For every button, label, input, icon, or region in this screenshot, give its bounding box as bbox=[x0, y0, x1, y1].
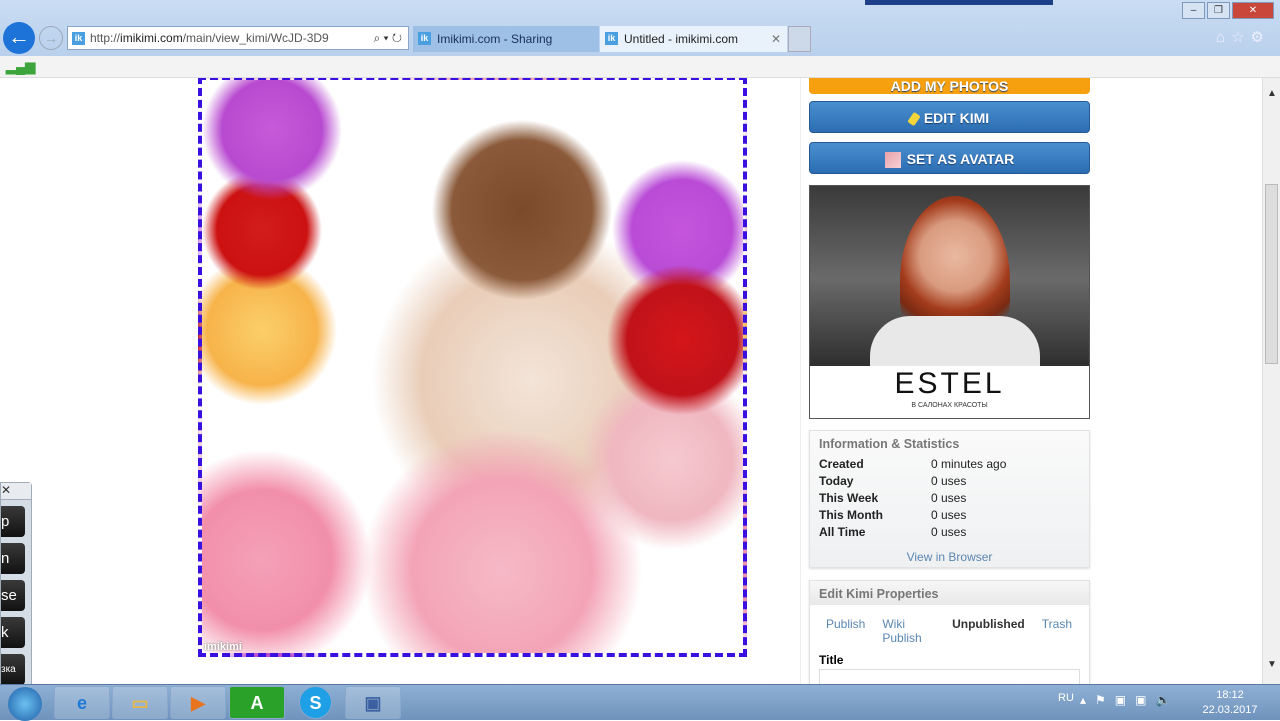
scroll-up-icon[interactable]: ▲ bbox=[1267, 88, 1277, 99]
column-divider bbox=[800, 78, 801, 684]
home-icon[interactable]: ⌂ bbox=[1216, 29, 1231, 46]
vertical-scrollbar[interactable]: ▲ ▼ bbox=[1262, 78, 1280, 684]
search-refresh-icons[interactable]: ⌕ ▾ ↻ bbox=[373, 27, 402, 49]
title-label: Title bbox=[819, 653, 844, 667]
osk-key[interactable]: зка bbox=[1, 654, 25, 685]
set-avatar-wrap: SET AS AVATAR bbox=[809, 142, 1090, 174]
window-controls: – ❐ ✕ bbox=[1182, 2, 1274, 19]
browser-titlebar: – ❐ ✕ ← → ik http://imikimi.com/main/vie… bbox=[0, 0, 1280, 72]
view-in-browser-link[interactable]: View in Browser bbox=[810, 550, 1089, 564]
ad-brand: ESTEL bbox=[894, 367, 1005, 400]
set-as-avatar-button[interactable]: SET AS AVATAR bbox=[809, 142, 1090, 174]
url-path: /main/view_kimi/WcJD-3D9 bbox=[182, 31, 329, 45]
close-window-button[interactable]: ✕ bbox=[1232, 2, 1274, 19]
avatar-thumbnail-icon bbox=[884, 152, 901, 169]
language-indicator[interactable]: RU bbox=[1058, 692, 1074, 704]
tab-favicon-icon: ik bbox=[605, 32, 618, 45]
edit-kimi-wrap: EDIT KIMI bbox=[809, 101, 1090, 133]
site-favicon-icon: ik bbox=[72, 32, 85, 45]
close-tab-icon[interactable]: ✕ bbox=[771, 26, 781, 52]
restore-button[interactable]: ❐ bbox=[1207, 2, 1230, 19]
settings-gear-icon[interactable]: ⚙ bbox=[1251, 29, 1270, 46]
window-caption-bar bbox=[865, 0, 1053, 5]
osk-key[interactable]: se bbox=[1, 580, 25, 611]
tab-trash[interactable]: Trash bbox=[1042, 617, 1072, 645]
kimi-image: imikimi bbox=[198, 78, 747, 657]
back-button[interactable]: ← bbox=[3, 22, 35, 54]
osk-key[interactable]: p bbox=[1, 506, 25, 537]
media-player-icon[interactable]: ▶ bbox=[170, 686, 226, 719]
favorites-star-icon[interactable]: ☆ bbox=[1231, 29, 1250, 46]
osk-key[interactable]: k bbox=[1, 617, 25, 648]
tab-wiki-publish[interactable]: Wiki Publish bbox=[882, 617, 935, 645]
new-tab-button[interactable] bbox=[788, 26, 811, 52]
command-bar: ▂▄▆ bbox=[0, 56, 1280, 78]
remote-desktop-icon[interactable]: ▣ bbox=[345, 686, 401, 719]
stat-value: 0 minutes ago bbox=[931, 457, 1007, 471]
set-avatar-label: SET AS AVATAR bbox=[906, 151, 1015, 167]
title-input[interactable] bbox=[819, 669, 1080, 684]
tab-untitled[interactable]: ik Untitled - imikimi.com ✕ bbox=[600, 26, 787, 52]
taskbar: e ▭ ▶ A S ▣ RU ▴⚑▣▣🔈 18:12 22.03.2017 bbox=[0, 684, 1280, 721]
file-explorer-icon[interactable]: ▭ bbox=[112, 686, 168, 719]
on-screen-keyboard-panel: ✕ p n se k зка bbox=[0, 482, 32, 692]
url-domain: imikimi.com bbox=[120, 31, 183, 45]
clock-date: 22.03.2017 bbox=[1202, 704, 1258, 716]
clock-time: 18:12 bbox=[1216, 689, 1244, 701]
stat-row: This Week 0 uses bbox=[810, 491, 1089, 508]
stat-row: All Time 0 uses bbox=[810, 525, 1089, 542]
ad-model-jacket bbox=[870, 316, 1040, 366]
stat-label: Today bbox=[819, 474, 854, 488]
add-my-photos-button[interactable]: ADD MY PHOTOS bbox=[809, 78, 1090, 94]
stat-value: 0 uses bbox=[931, 508, 967, 522]
props-title: Edit Kimi Properties bbox=[810, 581, 1089, 605]
close-icon[interactable]: ✕ bbox=[1, 483, 31, 500]
minimize-button[interactable]: – bbox=[1182, 2, 1205, 19]
tab-label: Untitled - imikimi.com bbox=[624, 32, 739, 46]
edit-kimi-label: EDIT KIMI bbox=[923, 110, 990, 126]
ad-tagline: В САЛОНАХ КРАСОТЫ bbox=[911, 402, 988, 409]
scrollbar-thumb[interactable] bbox=[1265, 184, 1278, 364]
start-button-icon[interactable] bbox=[8, 687, 42, 721]
tab-unpublished[interactable]: Unpublished bbox=[952, 617, 1025, 645]
pencil-icon bbox=[907, 112, 921, 127]
stat-label: This Week bbox=[819, 491, 879, 505]
tray-icons[interactable]: ▴⚑▣▣🔈 bbox=[1080, 693, 1179, 707]
imikimi-watermark: imikimi bbox=[204, 641, 242, 653]
browser-toolbar-icons: ⌂☆⚙ bbox=[1216, 28, 1270, 46]
ad-footer: ESTEL В САЛОНАХ КРАСОТЫ bbox=[810, 366, 1089, 418]
tab-favicon-icon: ik bbox=[418, 32, 431, 45]
internet-explorer-icon[interactable]: e bbox=[54, 686, 110, 719]
info-title: Information & Statistics bbox=[819, 437, 960, 451]
info-stats-panel: Information & Statistics Created 0 minute… bbox=[809, 430, 1090, 568]
skype-icon[interactable]: S bbox=[299, 686, 332, 719]
app-a-icon[interactable]: A bbox=[229, 686, 285, 719]
stat-label: This Month bbox=[819, 508, 883, 522]
url-prefix: http:// bbox=[90, 31, 121, 45]
clock[interactable]: 18:12 22.03.2017 bbox=[1200, 688, 1260, 718]
stat-row: This Month 0 uses bbox=[810, 508, 1089, 525]
stat-value: 0 uses bbox=[931, 491, 967, 505]
stat-label: Created bbox=[819, 457, 864, 471]
edit-properties-panel: Edit Kimi Properties Publish Wiki Publis… bbox=[809, 580, 1090, 684]
stat-row: Today 0 uses bbox=[810, 474, 1089, 491]
tab-imikimi-home[interactable]: ik Imikimi.com - Sharing Creativity bbox=[413, 26, 599, 72]
edit-kimi-button[interactable]: EDIT KIMI bbox=[809, 101, 1090, 133]
publish-tabs: Publish Wiki Publish Unpublished Trash bbox=[810, 605, 1089, 645]
address-bar[interactable]: ik http://imikimi.com/main/view_kimi/WcJ… bbox=[67, 26, 409, 50]
signal-bars-icon: ▂▄▆ bbox=[6, 59, 36, 74]
stat-label: All Time bbox=[819, 525, 866, 539]
stat-row: Created 0 minutes ago bbox=[810, 457, 1089, 474]
tab-publish[interactable]: Publish bbox=[826, 617, 865, 645]
forward-button[interactable]: → bbox=[39, 26, 63, 50]
stat-value: 0 uses bbox=[931, 525, 967, 539]
scroll-down-icon[interactable]: ▼ bbox=[1267, 659, 1277, 670]
osk-key[interactable]: n bbox=[1, 543, 25, 574]
stat-value: 0 uses bbox=[931, 474, 967, 488]
page-content: imikimi ADD MY PHOTOS EDIT KIMI SET AS A… bbox=[0, 78, 1262, 684]
estel-advertisement[interactable]: ESTEL В САЛОНАХ КРАСОТЫ bbox=[809, 185, 1090, 419]
